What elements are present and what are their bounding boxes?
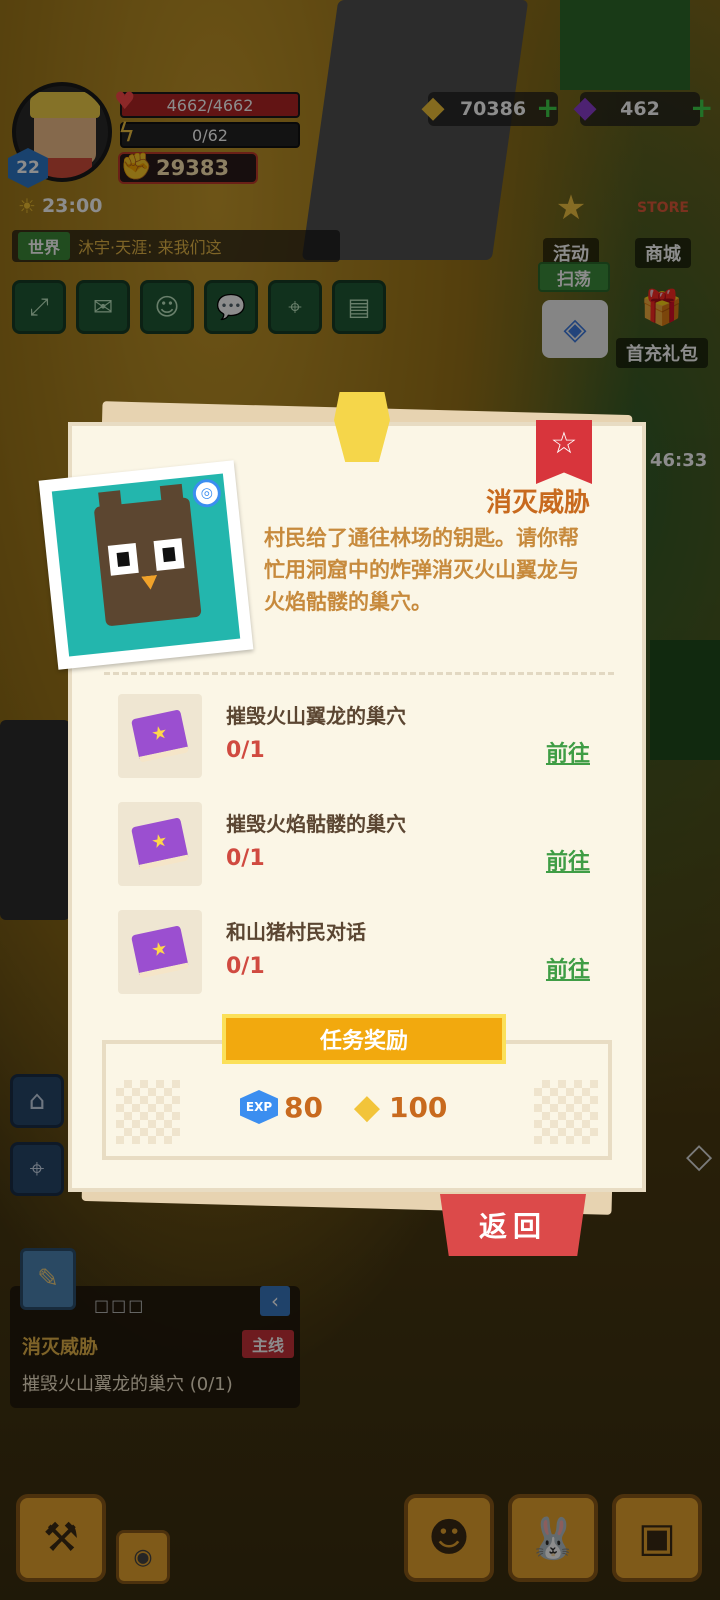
gold-reward: ◆ 100 (351, 1087, 448, 1127)
owl-ear (159, 483, 184, 507)
checker-decoration (534, 1080, 598, 1144)
spell-book-icon: ★ (130, 817, 190, 871)
objective-name: 摧毁火山翼龙的巢穴 (226, 704, 406, 728)
spell-book-icon: ★ (130, 709, 190, 763)
exp-reward: EXP 80 (240, 1090, 323, 1124)
objective-progress: 0/1 (226, 738, 265, 763)
owl-beak (141, 575, 158, 591)
goto-link[interactable]: 前往 (546, 736, 590, 768)
quest-objective: ★ 摧毁火焰骷髅的巢穴 0/1 前往 (118, 802, 598, 888)
spell-book-icon: ★ (130, 925, 190, 979)
dashed-divider (104, 672, 614, 675)
quest-title: 消灭威胁 (485, 488, 590, 518)
exp-reward-value: 80 (284, 1090, 323, 1124)
goto-link[interactable]: 前往 (546, 952, 590, 984)
objective-icon-frame: ★ (118, 694, 202, 778)
gold-coin-icon: ◆ (353, 1087, 381, 1127)
reward-items: EXP 80 ◆ 100 (240, 1088, 447, 1126)
objective-name: 摧毁火焰骷髅的巢穴 (226, 812, 406, 836)
back-button[interactable]: 返回 (440, 1194, 586, 1256)
quest-objective: ★ 摧毁火山翼龙的巢穴 0/1 前往 (118, 694, 598, 780)
objective-icon-frame: ★ (118, 910, 202, 994)
exp-icon: EXP (240, 1090, 278, 1124)
gold-reward-value: 100 (388, 1090, 448, 1124)
owl-character (93, 483, 202, 627)
goto-link[interactable]: 前往 (546, 844, 590, 876)
objective-progress: 0/1 (226, 846, 265, 871)
checker-decoration (116, 1080, 180, 1144)
owl-ear (98, 490, 123, 513)
objective-progress: 0/1 (226, 954, 265, 979)
owl-eye (107, 542, 139, 576)
quest-objective: ★ 和山猪村民对话 0/1 前往 (118, 910, 598, 996)
quest-description: 村民给了通往林场的钥匙。请你帮忙用洞窟中的炸弹消灭火山翼龙与火焰骷髅的巢穴。 (264, 526, 579, 614)
quest-giver-portrait: ◎ (38, 460, 254, 670)
objective-name: 和山猪村民对话 (226, 920, 366, 944)
objective-icon-frame: ★ (118, 802, 202, 886)
reward-header: 任务奖励 (222, 1014, 506, 1064)
owl-eye (153, 538, 185, 571)
